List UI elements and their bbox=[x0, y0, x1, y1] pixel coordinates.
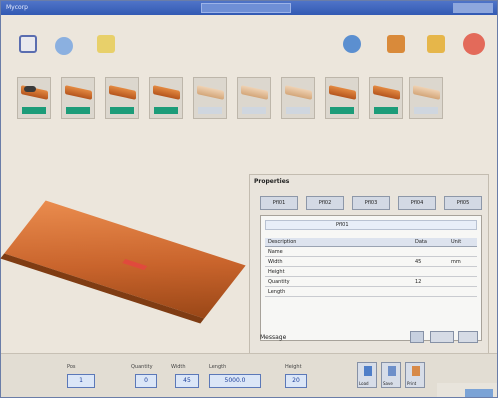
main-toolbar bbox=[1, 23, 497, 63]
pos-input[interactable]: 1 bbox=[67, 374, 95, 388]
row-value: 12 bbox=[415, 279, 422, 285]
profile-thumbnail[interactable] bbox=[61, 77, 95, 119]
column-header-unit: Unit bbox=[451, 239, 462, 245]
save-button[interactable]: Save bbox=[381, 362, 401, 388]
profile-select[interactable]: Pfl01 bbox=[265, 220, 477, 230]
row-label: Quantity bbox=[268, 279, 290, 285]
column-header-data: Data bbox=[415, 239, 427, 245]
field-label: Height bbox=[285, 364, 302, 370]
arrow-icon[interactable] bbox=[410, 331, 424, 343]
row-label: Height bbox=[268, 269, 285, 275]
print-icon bbox=[412, 366, 420, 376]
save-icon bbox=[388, 366, 396, 376]
properties-grid: Pfl01 Description Data Unit Name Width 4… bbox=[260, 215, 482, 341]
height-input[interactable]: 20 bbox=[285, 374, 307, 388]
message-label: Message bbox=[260, 334, 287, 341]
length-input[interactable]: 5000.0 bbox=[209, 374, 261, 388]
button-label: Print bbox=[407, 381, 417, 386]
profile-thumbnail[interactable] bbox=[325, 77, 359, 119]
layers-icon[interactable] bbox=[387, 35, 405, 53]
app-title: Mycorp bbox=[6, 4, 28, 11]
column-header-description: Description bbox=[268, 239, 297, 245]
profile-tabs: Pfl01 Pfl02 Pfl03 Pfl04 Pfl05 bbox=[260, 196, 482, 210]
wood-board-model bbox=[0, 200, 246, 324]
title-bar: Mycorp bbox=[1, 1, 497, 15]
table-row[interactable]: Width 45 mm bbox=[265, 258, 477, 267]
bottom-bar: Pos 1 Quantity 0 Width 45 Length 5000.0 … bbox=[1, 353, 497, 397]
tab-profile-4[interactable]: Pfl04 bbox=[398, 196, 436, 210]
width-field: Width 45 bbox=[171, 364, 205, 394]
tab-profile-2[interactable]: Pfl02 bbox=[306, 196, 344, 210]
pos-field: Pos 1 bbox=[67, 364, 97, 394]
cancel-button[interactable] bbox=[458, 331, 478, 343]
table-row[interactable]: Quantity 12 bbox=[265, 278, 477, 287]
field-label: Length bbox=[209, 364, 227, 370]
panel-title: Properties bbox=[254, 178, 290, 185]
length-field: Length 5000.0 bbox=[209, 364, 265, 394]
quantity-input[interactable]: 0 bbox=[135, 374, 157, 388]
profile-thumbnail[interactable] bbox=[281, 77, 315, 119]
close-icon[interactable] bbox=[463, 33, 485, 55]
profile-thumbnail[interactable] bbox=[17, 77, 51, 119]
properties-panel: Properties Pfl01 Pfl02 Pfl03 Pfl04 Pfl05… bbox=[249, 174, 489, 354]
row-label: Width bbox=[268, 259, 283, 265]
refresh-icon[interactable] bbox=[343, 35, 361, 53]
field-label: Quantity bbox=[131, 364, 153, 370]
load-icon bbox=[364, 366, 372, 376]
tab-profile-3[interactable]: Pfl03 bbox=[352, 196, 390, 210]
tab-profile-1[interactable]: Pfl01 bbox=[260, 196, 298, 210]
profile-thumbnail[interactable] bbox=[149, 77, 183, 119]
grid-header: Description Data Unit bbox=[265, 238, 477, 247]
profile-thumbnail[interactable] bbox=[369, 77, 403, 119]
wizard-icon[interactable] bbox=[97, 35, 115, 53]
window-controls[interactable] bbox=[453, 3, 493, 13]
row-value: 45 bbox=[415, 259, 422, 265]
status-area bbox=[437, 383, 497, 397]
profile-thumbnail[interactable] bbox=[237, 77, 271, 119]
row-label: Length bbox=[268, 289, 286, 295]
profile-thumbnail[interactable] bbox=[105, 77, 139, 119]
open-icon[interactable] bbox=[55, 37, 73, 55]
tab-profile-5[interactable]: Pfl05 bbox=[444, 196, 482, 210]
panel-footer: Message bbox=[260, 331, 482, 345]
profile-thumbnail[interactable] bbox=[409, 77, 443, 119]
folder-icon[interactable] bbox=[427, 35, 445, 53]
selection-marker bbox=[122, 259, 148, 271]
app-window: Mycorp Properties Pfl01 Pfl02 Pfl03 Pfl0… bbox=[0, 0, 498, 398]
table-row[interactable]: Length bbox=[265, 288, 477, 297]
button-label: Load bbox=[359, 381, 369, 386]
field-label: Width bbox=[171, 364, 186, 370]
width-input[interactable]: 45 bbox=[175, 374, 199, 388]
table-row[interactable]: Height bbox=[265, 268, 477, 277]
status-indicator bbox=[465, 389, 493, 397]
print-button[interactable]: Print bbox=[405, 362, 425, 388]
height-field: Height 20 bbox=[285, 364, 313, 394]
profile-thumbnail[interactable] bbox=[193, 77, 227, 119]
row-label: Name bbox=[268, 249, 283, 255]
apply-button[interactable] bbox=[430, 331, 454, 343]
row-unit: mm bbox=[451, 259, 461, 265]
title-field bbox=[201, 3, 291, 13]
button-label: Save bbox=[383, 381, 393, 386]
new-document-icon[interactable] bbox=[19, 35, 37, 53]
field-label: Pos bbox=[67, 364, 76, 370]
quantity-field: Quantity 0 bbox=[131, 364, 161, 394]
table-row[interactable]: Name bbox=[265, 248, 477, 257]
load-button[interactable]: Load bbox=[357, 362, 377, 388]
3d-preview[interactable] bbox=[0, 197, 255, 337]
profile-thumbnail-strip bbox=[11, 77, 443, 119]
